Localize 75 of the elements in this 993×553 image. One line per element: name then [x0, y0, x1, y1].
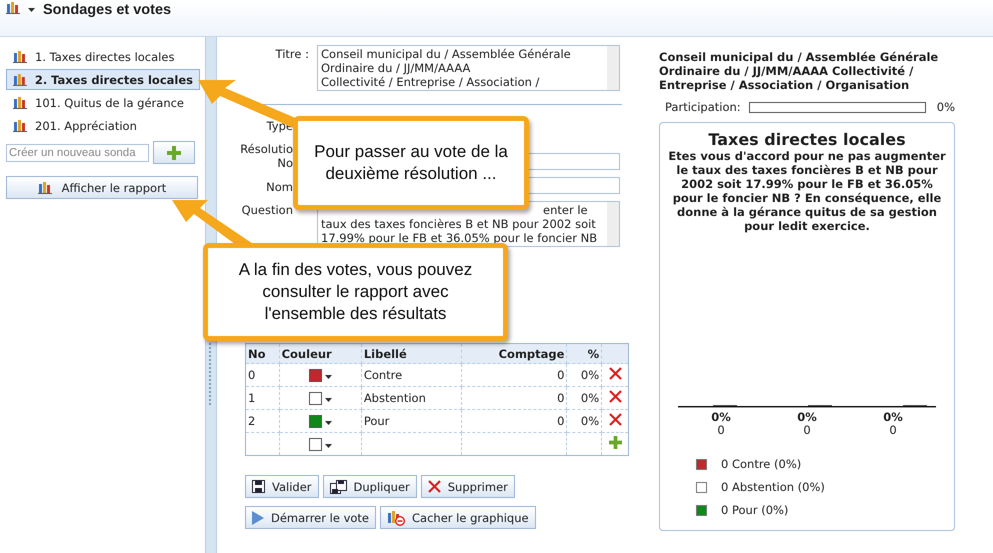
play-icon [252, 510, 264, 524]
chart-icon [13, 96, 27, 109]
column-header: Comptage [461, 344, 567, 364]
column-header: Couleur [279, 344, 362, 364]
action-button[interactable]: Valider [245, 475, 319, 498]
bar-percent: 0% [711, 411, 731, 424]
caret-icon[interactable] [324, 398, 332, 402]
legend-label: 0 Abstention (0%) [721, 480, 825, 494]
show-report-button[interactable]: Afficher le rapport [6, 176, 198, 199]
poll-item[interactable]: 201. Appréciation [6, 115, 200, 136]
color-swatch[interactable] [308, 415, 322, 428]
bar-count: 0 [889, 424, 897, 437]
caret-icon[interactable] [324, 444, 332, 448]
color-swatch[interactable] [308, 438, 322, 452]
caret-icon[interactable] [324, 420, 332, 425]
plus-icon[interactable] [608, 436, 622, 449]
chart-icon [13, 119, 27, 132]
action-button[interactable]: Démarrer le vote [245, 506, 376, 529]
action-button[interactable]: Supprimer [420, 475, 515, 498]
floppy-disks-icon [330, 480, 347, 494]
bar-count: 0 [803, 424, 811, 437]
table-cell: 0 [461, 386, 567, 410]
bar-percent: 0% [797, 411, 817, 424]
plus-icon [167, 146, 181, 160]
caret-icon[interactable] [324, 374, 332, 379]
table-cell: 0% [566, 386, 602, 410]
chart-icon [38, 181, 52, 194]
column-header: No [246, 344, 280, 364]
card-title: Taxes directes locales [708, 131, 906, 149]
chart-icon [13, 50, 27, 63]
close-icon [428, 480, 441, 493]
bar-count: 0 [717, 424, 725, 437]
page-title: Sondages et votes [43, 1, 172, 19]
legend-label: 0 Pour (0%) [721, 503, 788, 517]
table-cell: 0% [566, 364, 602, 386]
table-cell: 1 [246, 386, 280, 410]
participation-label: Participation: [665, 100, 741, 114]
hint-tooltip: Pour passer au vote de la deuxième résolution ... [293, 116, 529, 210]
poll-item[interactable]: 101. Quitus de la gérance [6, 92, 200, 113]
color-swatch[interactable] [308, 392, 322, 406]
participation-reading: 0% [936, 100, 955, 114]
close-icon[interactable] [608, 413, 622, 426]
table-cell: Abstention [361, 386, 462, 410]
action-button[interactable]: Cacher le graphique [380, 506, 536, 529]
chart-icon [13, 73, 27, 86]
new-poll-field[interactable]: Créer un nouveau sonda [6, 144, 149, 162]
field-label: Nom [265, 179, 293, 194]
poll-heading: Conseil municipal du / Assemblée Générale Ordinaire du / JJ/MM/AAAA Collectivité / Entreprise / Association / Organisation [659, 50, 940, 92]
table-cell: 0% [566, 410, 602, 432]
field-label: Titre : [274, 46, 309, 61]
table-cell: 0 [246, 364, 280, 386]
app-icon [6, 1, 20, 14]
close-icon[interactable] [608, 367, 622, 380]
table-cell: 2 [246, 410, 280, 432]
action-button[interactable]: Dupliquer [322, 475, 417, 498]
legend-label: 0 Contre (0%) [721, 457, 802, 471]
add-button[interactable] [153, 141, 195, 164]
poll-item[interactable]: 2. Taxes directes locales [6, 69, 200, 90]
table-cell: Contre [361, 364, 462, 386]
column-header: % [566, 344, 602, 364]
caret-icon[interactable] [28, 8, 35, 12]
field-label: Résolutio No [239, 141, 293, 170]
hint-tooltip: A la fin des votes, vous pouvez consulter le rapport avec l'ensemble des résultats [203, 243, 508, 341]
title-field[interactable]: Conseil municipal du / Assemblée Générale Ordinaire du / JJ/MM/AAAA Collectivité / Entreprise / Association / [317, 45, 620, 91]
color-swatch[interactable] [308, 369, 322, 382]
close-icon[interactable] [608, 390, 622, 403]
field-label: Question [240, 202, 293, 217]
question-text: Etes vous d'accord pour ne pas augmenter le taux des taxes foncières B et NB pour 2002 soit 17.99% pour le FB et 36.05% pour le foncier NB ? En conséquence, elle donne à la gérance quitus de sa gestion pour ledit exercice. [667, 149, 947, 233]
table-cell: Pour [361, 410, 462, 432]
column-header: Libellé [361, 344, 462, 364]
table-cell: 0 [461, 364, 567, 386]
chart-remove-icon [387, 510, 405, 526]
table-cell: 0 [461, 410, 567, 432]
bar-percent: 0% [883, 411, 903, 424]
poll-item[interactable]: 1. Taxes directes locales [6, 46, 200, 67]
